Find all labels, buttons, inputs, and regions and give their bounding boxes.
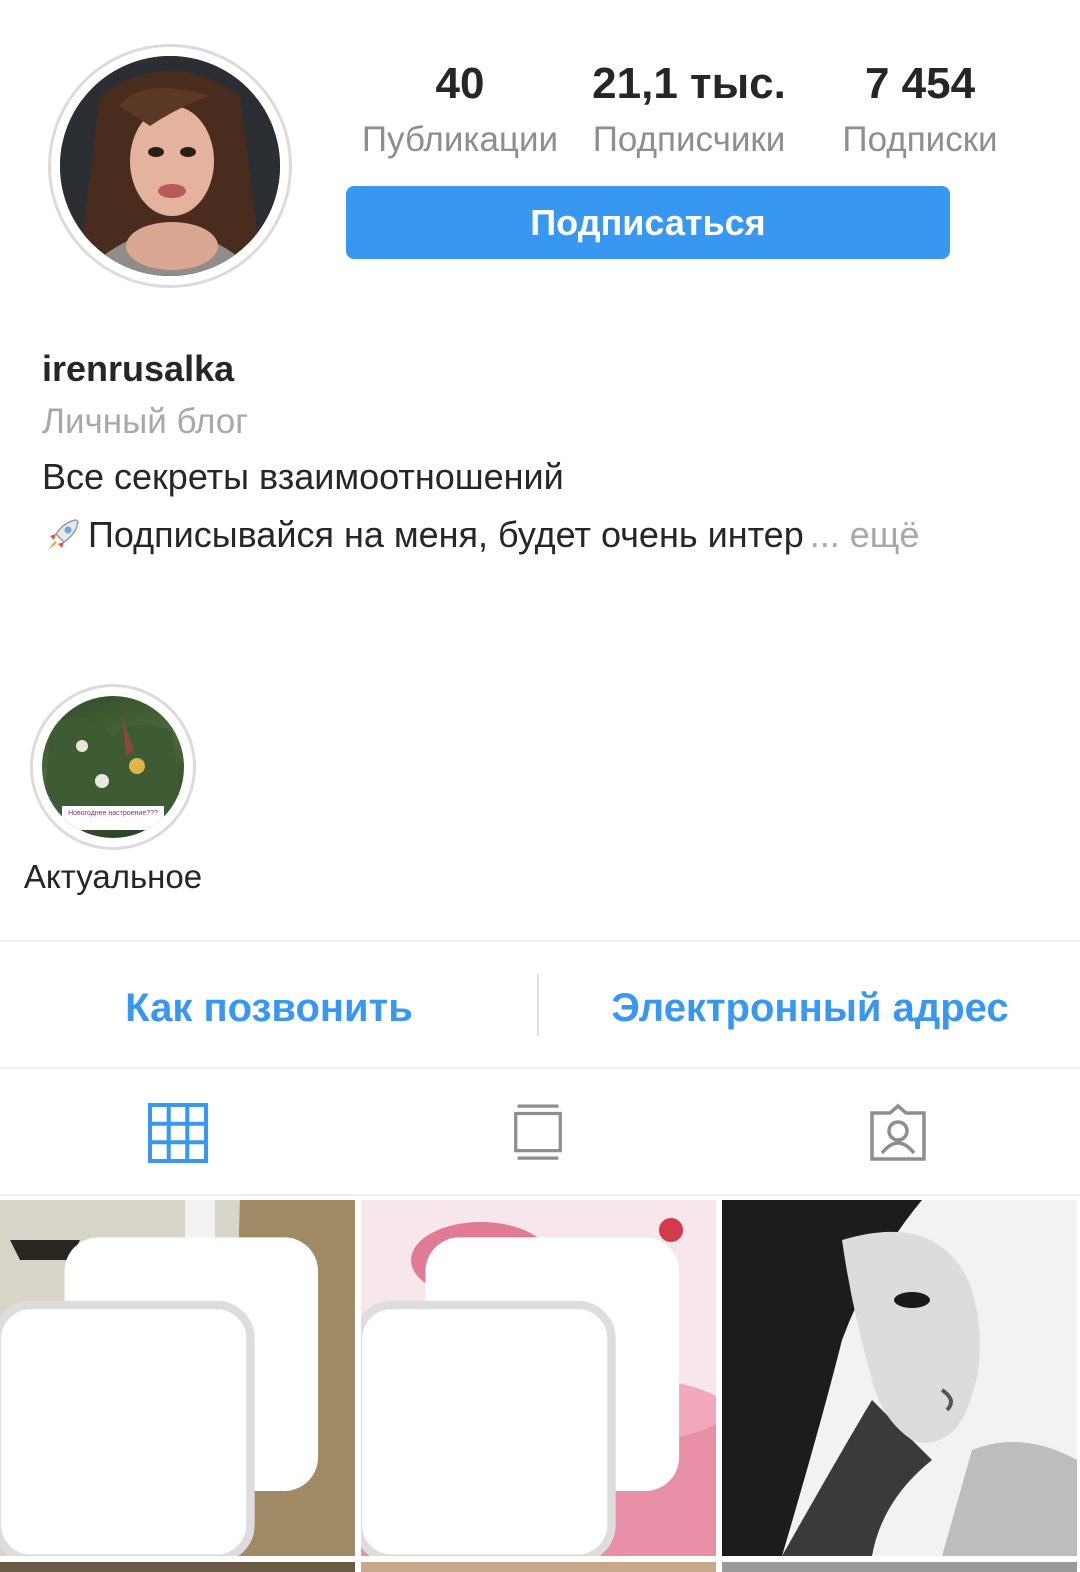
tab-feed[interactable]: [502, 1098, 574, 1168]
followers-count: 21,1 тыс.: [592, 59, 786, 108]
stat-followers[interactable]: 21,1 тыс. Подписчики: [578, 56, 800, 168]
multiple-photos-icon: [0, 1237, 319, 1556]
profile-avatar[interactable]: [48, 44, 292, 288]
profile-category: Личный блог: [42, 402, 249, 441]
post-thumbnail[interactable]: [361, 1200, 716, 1556]
posts-count: 40: [435, 59, 485, 108]
divider-top: [0, 940, 1080, 942]
stat-posts[interactable]: 40 Публикации: [354, 56, 566, 168]
bio-more-link[interactable]: ... ещё: [810, 514, 920, 556]
multiple-photos-icon: [361, 1237, 680, 1556]
story-highlight[interactable]: Новогоднее настроение???: [30, 684, 196, 850]
highlight-label: Актуальное: [23, 858, 203, 895]
bio-line-2: Подписывайся на меня, будет очень интер.…: [42, 514, 919, 556]
post-thumbnail[interactable]: [722, 1200, 1077, 1556]
post-thumbnail-partial[interactable]: [361, 1562, 716, 1572]
divider-tabs: [0, 1194, 1080, 1196]
bio-line-1: Все секреты взаимоотношений: [42, 456, 564, 497]
post-thumbnail[interactable]: [0, 1200, 355, 1556]
posts-label: Публикации: [361, 120, 559, 159]
email-button[interactable]: Электронный адрес: [540, 976, 1080, 1040]
grid-icon: [148, 1103, 208, 1163]
tab-grid[interactable]: [142, 1098, 214, 1168]
call-button[interactable]: Как позвонить: [0, 976, 538, 1040]
highlight-caption: Новогоднее настроение???: [62, 806, 164, 830]
rocket-icon: [42, 514, 84, 556]
highlight-cover: Новогоднее настроение???: [42, 696, 184, 838]
feed-icon: [514, 1104, 562, 1160]
tab-tagged[interactable]: [862, 1098, 934, 1168]
stat-following[interactable]: 7 454 Подписки: [830, 56, 1010, 168]
followers-label: Подписчики: [592, 120, 786, 159]
post-thumbnail-partial[interactable]: [0, 1562, 355, 1572]
bio-line-2-text: Подписывайся на меня, будет очень интер: [88, 514, 804, 555]
avatar-photo: [60, 56, 280, 276]
follow-button[interactable]: Подписаться: [346, 186, 950, 259]
tagged-person-icon: [870, 1103, 926, 1161]
contact-separator: [537, 974, 539, 1036]
divider-contact: [0, 1067, 1080, 1069]
following-count: 7 454: [864, 59, 976, 108]
profile-username: irenrusalka: [42, 348, 235, 389]
following-label: Подписки: [842, 120, 998, 159]
post-thumbnail-partial[interactable]: [722, 1562, 1077, 1572]
